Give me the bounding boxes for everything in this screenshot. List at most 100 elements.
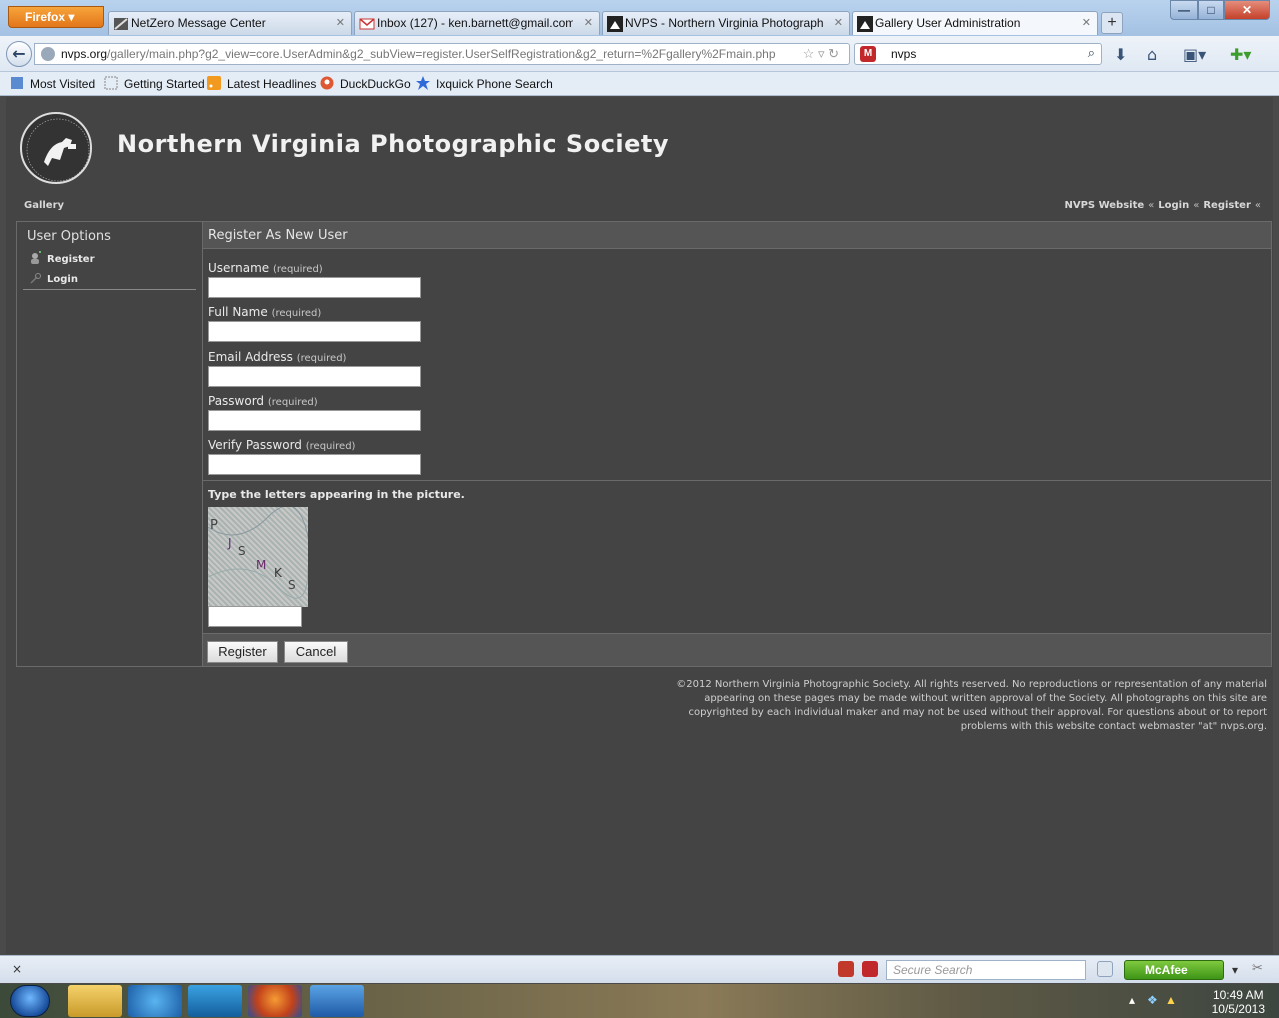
close-icon[interactable]: ✕: [834, 16, 843, 29]
login-link[interactable]: Login: [1158, 200, 1189, 211]
bookmark-star-icon[interactable]: ☆ ▿ ↻: [803, 46, 839, 62]
mcafee-status-button[interactable]: McAfee: [1124, 960, 1224, 980]
site-identity-icon[interactable]: [41, 47, 55, 61]
field-label-text: Password: [208, 394, 265, 408]
chevron-down-icon[interactable]: ▾: [1232, 963, 1242, 977]
addon-puzzle-icon[interactable]: ✚▾: [1230, 45, 1251, 64]
firefox-menu-button[interactable]: Firefox ▾: [8, 6, 104, 28]
bookmark-latest-headlines[interactable]: Latest Headlines: [207, 76, 316, 91]
required-note: (required): [296, 353, 347, 364]
tab-gallery-admin[interactable]: Gallery User Administration ✕: [852, 11, 1098, 35]
search-icon[interactable]: [1097, 961, 1113, 977]
close-icon[interactable]: ✕: [336, 16, 345, 29]
register-button[interactable]: Register: [207, 641, 278, 663]
username-label: Username (required): [208, 261, 323, 275]
sidebar-item-label: Login: [47, 274, 78, 285]
bookmarks-menu-icon[interactable]: ▣▾: [1183, 45, 1206, 64]
password-field[interactable]: [208, 410, 421, 431]
cancel-button[interactable]: Cancel: [284, 641, 348, 663]
netzero-favicon-icon: [114, 18, 128, 30]
minimize-window-button[interactable]: —: [1170, 0, 1198, 20]
captcha-letter: M: [256, 558, 266, 572]
register-link[interactable]: Register: [1203, 200, 1251, 211]
tab-label: Gallery User Administration: [875, 16, 1021, 30]
google-drive-icon[interactable]: ▲: [1165, 993, 1177, 1007]
content-frame: User Options Register Login Register As …: [16, 221, 1272, 667]
bookmark-most-visited[interactable]: Most Visited: [10, 76, 95, 91]
clock-date: 10/5/2013: [1211, 1002, 1265, 1016]
nvps-logo[interactable]: [20, 112, 92, 184]
tab-gmail[interactable]: Inbox (127) - ken.barnett@gmail.com... ✕: [354, 11, 600, 35]
bookmarks-toolbar: Most Visited Getting Started Latest Head…: [0, 72, 1279, 96]
email-field[interactable]: [208, 366, 421, 387]
nvps-website-link[interactable]: NVPS Website: [1064, 200, 1144, 211]
tab-nvps[interactable]: NVPS - Northern Virginia Photograph... ✕: [602, 11, 850, 35]
internet-explorer-icon[interactable]: [128, 985, 182, 1017]
captcha-letter: P: [210, 518, 218, 533]
star-icon: [416, 76, 430, 90]
address-bar[interactable]: nvps.org/gallery/main.php?g2_view=core.U…: [34, 43, 850, 65]
verify-password-field[interactable]: [208, 454, 421, 475]
close-icon[interactable]: ✕: [1082, 16, 1091, 29]
copyright-footer: ©2012 Northern Virginia Photographic Soc…: [676, 679, 1267, 732]
tab-netzero[interactable]: NetZero Message Center ✕: [108, 11, 352, 35]
panel-header: Register As New User: [203, 222, 1271, 249]
secure-search-input[interactable]: Secure Search: [886, 960, 1086, 980]
bookmark-duckduckgo[interactable]: DuckDuckGo: [320, 76, 411, 91]
captcha-field[interactable]: [208, 606, 302, 627]
close-icon[interactable]: ✕: [584, 16, 593, 29]
firefox-taskbar-icon[interactable]: [248, 985, 302, 1017]
required-note: (required): [271, 308, 322, 319]
new-tab-button[interactable]: +: [1101, 12, 1123, 34]
sidebar-item-register[interactable]: Register: [29, 251, 95, 265]
username-field[interactable]: [208, 277, 421, 298]
verify-password-label: Verify Password (required): [208, 438, 355, 452]
nvps-favicon-icon: [607, 16, 623, 32]
file-explorer-icon[interactable]: [68, 985, 122, 1017]
close-addon-bar-icon[interactable]: ×: [12, 962, 22, 976]
close-window-button[interactable]: ✕: [1224, 0, 1270, 20]
feedback-scissors-icon[interactable]: ✂: [1252, 961, 1268, 977]
bookmark-label: Getting Started: [124, 77, 205, 91]
dropbox-icon[interactable]: ❖: [1147, 993, 1158, 1007]
maximize-window-button[interactable]: □: [1198, 0, 1224, 20]
download-icon[interactable]: ⬇: [1114, 45, 1127, 64]
bookmark-label: DuckDuckGo: [340, 77, 411, 91]
search-value: nvps: [891, 47, 917, 61]
email-label: Email Address (required): [208, 350, 346, 364]
show-hidden-icons-icon[interactable]: ▴: [1129, 993, 1135, 1007]
captcha-letters: P J S M K S: [208, 507, 308, 599]
required-note: (required): [305, 441, 356, 452]
full-name-field[interactable]: [208, 321, 421, 342]
sidebar-title: User Options: [27, 229, 111, 244]
search-icon[interactable]: ⌕: [1088, 45, 1095, 61]
home-icon[interactable]: ⌂: [1147, 45, 1157, 64]
bookmark-label: Most Visited: [30, 77, 96, 91]
document-app-icon[interactable]: [310, 985, 364, 1017]
mcafee-search-engine-icon[interactable]: M: [860, 46, 876, 62]
firefox-menu-label: Firefox: [25, 10, 66, 24]
duckduckgo-icon: [320, 76, 334, 90]
bookmark-ixquick[interactable]: Ixquick Phone Search: [416, 76, 553, 91]
section-divider: [203, 480, 1271, 481]
field-label-text: Email Address: [208, 350, 293, 364]
siteadvisor-icon[interactable]: [838, 961, 854, 977]
required-note: (required): [273, 264, 323, 275]
sidebar-divider: [23, 289, 196, 290]
tab-label: NetZero Message Center: [131, 16, 266, 30]
system-clock[interactable]: 10:49 AM 10/5/2013: [1212, 988, 1265, 1016]
bookmark-page-icon: [104, 76, 118, 90]
search-input[interactable]: M nvps ⌕: [854, 43, 1102, 65]
media-player-icon[interactable]: [188, 985, 242, 1017]
back-arrow-icon[interactable]: ←: [6, 41, 32, 67]
rss-feed-icon: [207, 76, 221, 90]
breadcrumb-gallery[interactable]: Gallery: [24, 200, 64, 211]
password-label: Password (required): [208, 394, 318, 408]
mcafee-shield-icon[interactable]: [862, 961, 878, 977]
bookmark-getting-started[interactable]: Getting Started: [104, 76, 205, 91]
windows-start-icon[interactable]: [10, 985, 50, 1017]
navigation-toolbar: ← nvps.org/gallery/main.php?g2_view=core…: [0, 36, 1279, 72]
sidebar-item-login[interactable]: Login: [29, 271, 78, 285]
field-label-text: Username: [208, 261, 270, 275]
bookmark-label: Latest Headlines: [227, 77, 317, 91]
